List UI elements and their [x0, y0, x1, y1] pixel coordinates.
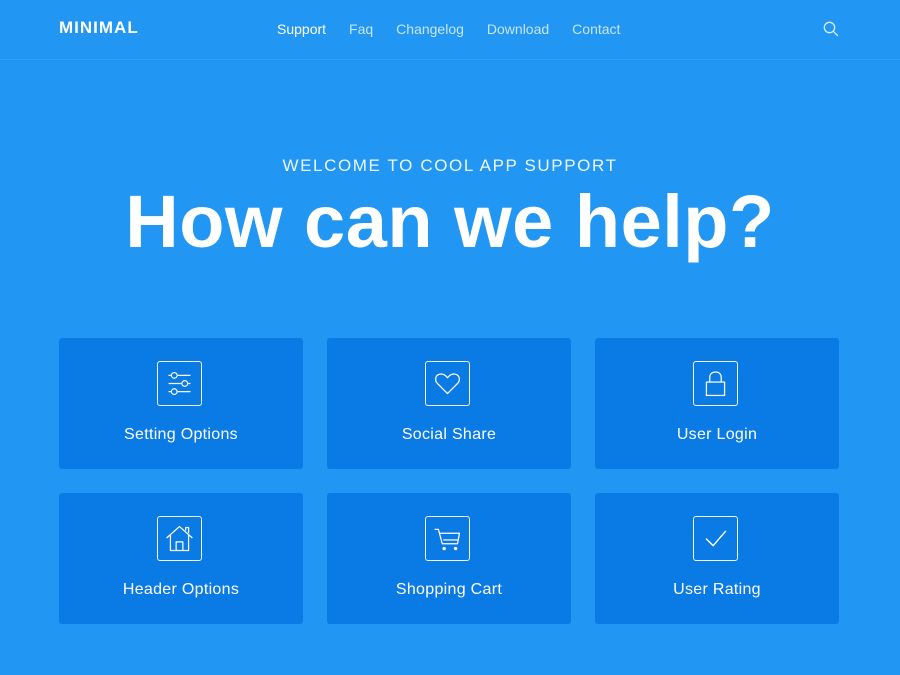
search-icon[interactable]: [823, 21, 839, 37]
nav-item-support[interactable]: Support: [277, 21, 326, 37]
card-label: Shopping Cart: [395, 581, 503, 598]
cart-icon: [425, 516, 470, 561]
nav-item-faq[interactable]: Faq: [349, 21, 373, 37]
hero-kicker: WELCOME TO COOL APP SUPPORT: [282, 156, 618, 175]
card-label: Setting Options: [124, 426, 238, 443]
card-social-share[interactable]: Social Share: [327, 338, 571, 469]
sliders-icon: [157, 361, 202, 406]
nav-item-download[interactable]: Download: [487, 21, 549, 37]
card-shopping-cart[interactable]: Shopping Cart: [327, 493, 571, 624]
hero-headline: How can we help?: [125, 180, 775, 263]
nav-item-changelog[interactable]: Changelog: [396, 21, 464, 37]
card-label: Header Options: [122, 581, 240, 598]
card-user-login[interactable]: User Login: [595, 338, 839, 469]
home-icon: [157, 516, 202, 561]
card-header-options[interactable]: Header Options: [59, 493, 303, 624]
card-setting-options[interactable]: Setting Options: [59, 338, 303, 469]
heart-icon: [425, 361, 470, 406]
checkmark-icon: [693, 516, 738, 561]
card-label: Social Share: [401, 426, 497, 443]
card-label: User Rating: [673, 581, 761, 598]
card-label: User Login: [676, 426, 758, 443]
nav-item-contact[interactable]: Contact: [572, 21, 620, 37]
top-header: MINIMAL Support Faq Changelog Download C…: [0, 0, 900, 60]
logo[interactable]: MINIMAL: [59, 18, 139, 38]
card-user-rating[interactable]: User Rating: [595, 493, 839, 624]
main-nav: Support Faq Changelog Download Contact: [277, 21, 620, 37]
lock-icon: [693, 361, 738, 406]
